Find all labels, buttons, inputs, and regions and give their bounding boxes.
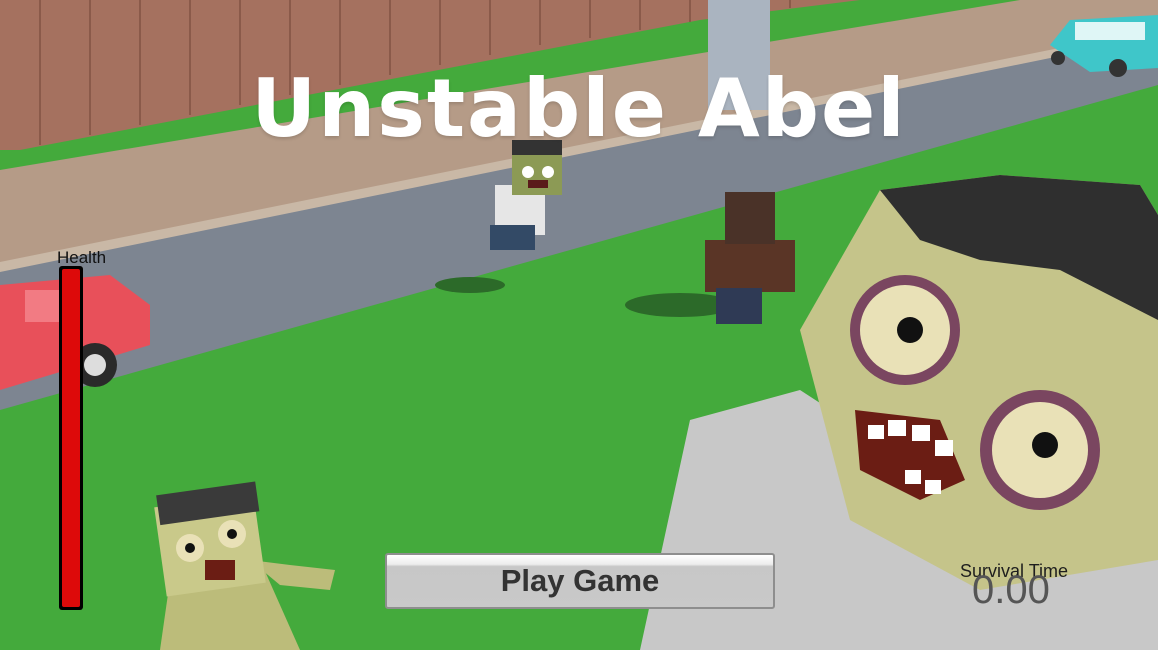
health-bar: [59, 266, 83, 610]
play-game-button[interactable]: Play Game: [385, 553, 775, 609]
game-title: Unstable Abel: [251, 62, 907, 155]
health-label: Health: [57, 248, 107, 267]
survival-time-value: 0.00: [972, 568, 1050, 612]
play-game-button-label: Play Game: [500, 563, 660, 598]
health-bar-fill: [62, 269, 80, 607]
